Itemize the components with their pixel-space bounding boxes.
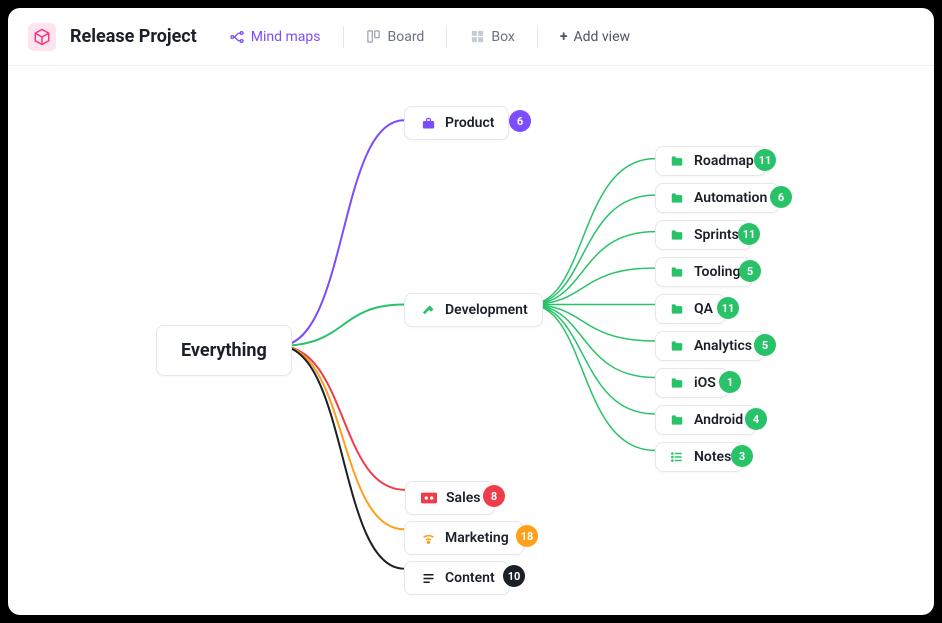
node-root-label: Everything bbox=[181, 340, 267, 361]
node-root[interactable]: Everything bbox=[156, 325, 292, 376]
node-android[interactable]: Android bbox=[655, 405, 756, 435]
folder-icon bbox=[668, 376, 686, 390]
ticket-icon bbox=[420, 492, 438, 504]
node-product-label: Product bbox=[445, 115, 494, 131]
mindmap-canvas[interactable]: Everything Product 6 Development Sales 8… bbox=[8, 66, 934, 615]
badge-content: 10 bbox=[503, 565, 525, 587]
divider bbox=[446, 26, 447, 48]
node-marketing[interactable]: Marketing bbox=[404, 521, 524, 555]
node-android-label: Android bbox=[694, 412, 743, 428]
add-view-button[interactable]: + Add view bbox=[552, 23, 638, 51]
badge-sprints: 11 bbox=[738, 223, 760, 245]
node-notes-label: Notes bbox=[694, 449, 731, 465]
wifi-icon bbox=[419, 531, 437, 546]
tab-box-label: Box bbox=[491, 29, 515, 45]
folder-icon bbox=[668, 191, 686, 205]
board-icon bbox=[366, 29, 382, 45]
node-content[interactable]: Content bbox=[404, 561, 510, 595]
plus-icon: + bbox=[560, 29, 568, 45]
badge-analytics: 5 bbox=[754, 334, 776, 356]
tab-board[interactable]: Board bbox=[358, 23, 433, 51]
window: Release Project Mind maps Board Box + Ad… bbox=[8, 8, 934, 615]
node-ios[interactable]: iOS bbox=[655, 368, 729, 398]
folder-icon bbox=[668, 228, 686, 242]
node-automation-label: Automation bbox=[694, 190, 767, 206]
node-sprints-label: Sprints bbox=[694, 227, 739, 243]
node-analytics-label: Analytics bbox=[694, 338, 752, 354]
text-icon bbox=[419, 571, 437, 586]
badge-roadmap: 11 bbox=[754, 149, 776, 171]
badge-ios: 1 bbox=[719, 371, 741, 393]
divider bbox=[537, 26, 538, 48]
hammer-icon bbox=[419, 303, 437, 318]
node-tooling-label: Tooling bbox=[694, 264, 740, 280]
node-content-label: Content bbox=[445, 570, 495, 586]
badge-android: 4 bbox=[745, 408, 767, 430]
node-development[interactable]: Development bbox=[404, 293, 543, 327]
briefcase-icon bbox=[419, 116, 437, 131]
badge-notes: 3 bbox=[731, 445, 753, 467]
list-icon bbox=[668, 450, 686, 464]
node-qa-label: QA bbox=[694, 301, 713, 317]
box-icon bbox=[469, 29, 485, 45]
node-roadmap-label: Roadmap bbox=[694, 153, 754, 169]
badge-product: 6 bbox=[509, 110, 531, 132]
mindmaps-icon bbox=[229, 29, 245, 45]
node-ios-label: iOS bbox=[694, 375, 716, 391]
folder-icon bbox=[668, 265, 686, 279]
folder-icon bbox=[668, 154, 686, 168]
add-view-label: Add view bbox=[574, 29, 631, 45]
node-development-label: Development bbox=[445, 302, 528, 318]
folder-icon bbox=[668, 302, 686, 316]
badge-tooling: 5 bbox=[739, 260, 761, 282]
toolbar: Release Project Mind maps Board Box + Ad… bbox=[8, 8, 934, 66]
project-title: Release Project bbox=[70, 26, 197, 47]
node-qa[interactable]: QA bbox=[655, 294, 726, 324]
tab-mindmaps-label: Mind maps bbox=[251, 29, 321, 45]
tab-board-label: Board bbox=[388, 29, 425, 45]
tab-mindmaps[interactable]: Mind maps bbox=[221, 23, 329, 51]
node-sales[interactable]: Sales bbox=[405, 481, 495, 515]
tab-box[interactable]: Box bbox=[461, 23, 523, 51]
node-analytics[interactable]: Analytics bbox=[655, 331, 765, 361]
badge-marketing: 18 bbox=[516, 525, 538, 547]
badge-automation: 6 bbox=[770, 186, 792, 208]
folder-icon bbox=[668, 413, 686, 427]
node-marketing-label: Marketing bbox=[445, 530, 509, 546]
divider bbox=[343, 26, 344, 48]
node-automation[interactable]: Automation bbox=[655, 183, 780, 213]
node-roadmap[interactable]: Roadmap bbox=[655, 146, 767, 176]
badge-sales: 8 bbox=[483, 485, 505, 507]
node-product[interactable]: Product bbox=[404, 106, 509, 140]
badge-qa: 11 bbox=[717, 297, 739, 319]
node-sales-label: Sales bbox=[446, 490, 480, 506]
folder-icon bbox=[668, 339, 686, 353]
project-icon bbox=[28, 23, 56, 51]
